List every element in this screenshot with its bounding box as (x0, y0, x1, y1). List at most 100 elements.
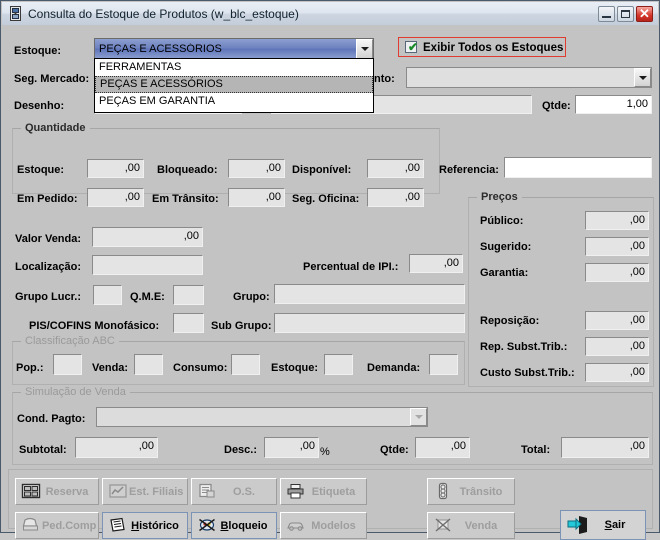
grupo-input[interactable] (274, 284, 465, 304)
traffic-light-icon (432, 482, 454, 502)
desenho-label: Desenho: (14, 100, 65, 112)
abc-venda-input[interactable] (134, 354, 163, 375)
subtotal-input[interactable]: ,00 (75, 437, 158, 458)
abc-estoque-label: Estoque: (271, 362, 319, 374)
desc-label: Desc.: (224, 444, 258, 456)
localizacao-label: Localização: (15, 261, 82, 273)
total-label: Total: (521, 444, 551, 456)
desc-input[interactable]: ,00 (264, 437, 319, 458)
grupo-lucr-input[interactable] (93, 285, 122, 305)
os-button[interactable]: O.S. (191, 478, 277, 505)
sair-button-label: Sair (604, 519, 626, 531)
bloqueio-button[interactable]: Bloqueio (191, 512, 277, 539)
est-filiais-button-label: Est. Filiais (129, 485, 184, 498)
transito-button[interactable]: Trânsito (427, 478, 515, 505)
modelos-button[interactable]: Modelos (280, 512, 367, 539)
percentual-ipi-input[interactable]: ,00 (409, 254, 463, 273)
preco-rep-subst-trib-input[interactable]: ,00 (585, 337, 649, 356)
cond-pagto-combobox[interactable] (96, 407, 428, 427)
abc-pop-label: Pop.: (16, 362, 44, 374)
abc-estoque-input[interactable] (324, 354, 353, 375)
departamento-combobox[interactable] (406, 67, 652, 88)
bloqueio-button-label: Bloqueio (220, 519, 268, 532)
subtotal-label: Subtotal: (19, 444, 67, 456)
preco-custo-subst-trib-input[interactable]: ,00 (585, 363, 649, 382)
valor-venda-label: Valor Venda: (15, 233, 82, 245)
pis-cofins-input[interactable] (173, 313, 204, 333)
close-button[interactable]: ✕ (636, 5, 653, 22)
quantidade-seg-oficina-input[interactable]: ,00 (367, 188, 424, 207)
departamento-label: nto: (374, 73, 395, 85)
preco-sugerido-label: Sugerido: (480, 241, 532, 253)
check-icon: ✔ (408, 40, 419, 54)
sub-grupo-input[interactable] (274, 313, 465, 333)
branches-icon (107, 482, 129, 502)
referencia-label: Referencia: (439, 164, 499, 176)
preco-reposicao-input[interactable]: ,00 (585, 311, 649, 330)
simulacao-qtde-input[interactable]: ,00 (415, 437, 470, 458)
os-button-label: O.S. (232, 485, 255, 498)
quantidade-estoque-input[interactable]: ,00 (87, 159, 144, 178)
abc-demanda-input[interactable] (429, 354, 458, 375)
title-bar[interactable]: Consulta do Estoque de Produtos (w_blc_e… (2, 2, 658, 26)
referencia-input[interactable] (504, 157, 652, 178)
venda-button-label: Venda (464, 519, 498, 532)
historico-button-label: Histórico (131, 519, 179, 532)
dropdown-option-0[interactable]: FERRAMENTAS (95, 59, 373, 76)
qtde-top-input[interactable]: 1,00 (575, 95, 652, 114)
quantidade-em-transito-input[interactable]: ,00 (228, 188, 285, 207)
chevron-down-icon[interactable] (410, 408, 427, 426)
etiqueta-button[interactable]: Etiqueta (280, 478, 367, 505)
valor-venda-input[interactable]: ,00 (92, 227, 203, 247)
chevron-down-icon[interactable] (634, 68, 651, 87)
application-window: Consulta do Estoque de Produtos (w_blc_e… (0, 0, 660, 540)
exibir-todos-checkbox[interactable]: ✔ (405, 40, 419, 54)
abc-demanda-label: Demanda: (367, 362, 421, 374)
preco-publico-input[interactable]: ,00 (585, 211, 649, 230)
preco-garantia-label: Garantia: (480, 267, 529, 279)
quantidade-bloqueado-input[interactable]: ,00 (228, 159, 285, 178)
quantidade-em-pedido-label: Em Pedido: (17, 193, 78, 205)
client-area: Estoque: PEÇAS E ACESSÓRIOS FERRAMENTAS … (2, 25, 658, 540)
service-order-icon (196, 482, 218, 502)
dropdown-option-1[interactable]: PEÇAS E ACESSÓRIOS (95, 76, 373, 93)
maximize-button[interactable] (617, 5, 634, 22)
chevron-down-icon[interactable] (356, 39, 373, 59)
preco-custo-subst-trib-label: Custo Subst.Trib.: (480, 367, 575, 379)
window-title: Consulta do Estoque de Produtos (w_blc_e… (28, 6, 299, 21)
precos-group-caption: Preços (477, 191, 522, 203)
qme-input[interactable] (173, 285, 204, 305)
preco-sugerido-input[interactable]: ,00 (585, 237, 649, 256)
preco-reposicao-label: Reposição: (480, 315, 540, 327)
abc-pop-input[interactable] (53, 354, 82, 375)
quantidade-em-transito-label: Em Trânsito: (152, 193, 219, 205)
modelos-button-label: Modelos (311, 519, 356, 532)
cond-pagto-label: Cond. Pagto: (17, 413, 86, 425)
venda-button[interactable]: Venda (427, 512, 515, 539)
abc-venda-label: Venda: (92, 362, 129, 374)
dropdown-option-2[interactable]: PEÇAS EM GARANTIA (95, 93, 373, 110)
abc-consumo-label: Consumo: (173, 362, 228, 374)
preco-garantia-input[interactable]: ,00 (585, 263, 649, 282)
quantidade-em-pedido-input[interactable]: ,00 (87, 188, 144, 207)
reserve-icon (20, 482, 42, 502)
localizacao-input[interactable] (92, 255, 203, 275)
etiqueta-button-label: Etiqueta (311, 485, 356, 498)
simulacao-venda-caption: Simulação de Venda (21, 386, 130, 398)
ped-comp-button[interactable]: Ped.Comp (15, 512, 99, 539)
estoque-dropdown-list[interactable]: FERRAMENTAS PEÇAS E ACESSÓRIOS PEÇAS EM … (94, 58, 374, 113)
window-controls: ✕ (598, 5, 653, 22)
historico-button[interactable]: Histórico (102, 512, 188, 539)
classificacao-abc-caption: Classificação ABC (21, 335, 119, 347)
minimize-button[interactable] (598, 5, 615, 22)
quantidade-bloqueado-label: Bloqueado: (157, 164, 218, 176)
estoque-combobox[interactable]: PEÇAS E ACESSÓRIOS (94, 38, 374, 60)
total-input[interactable]: ,00 (561, 437, 649, 458)
abc-consumo-input[interactable] (231, 354, 260, 375)
ped-comp-button-label: Ped.Comp (42, 519, 97, 532)
est-filiais-button[interactable]: Est. Filiais (102, 478, 188, 505)
quantidade-disponivel-input[interactable]: ,00 (367, 159, 424, 178)
reserva-button[interactable]: Reserva (15, 478, 99, 505)
quantidade-estoque-label: Estoque: (17, 164, 65, 176)
sair-button[interactable]: Sair (560, 510, 646, 540)
